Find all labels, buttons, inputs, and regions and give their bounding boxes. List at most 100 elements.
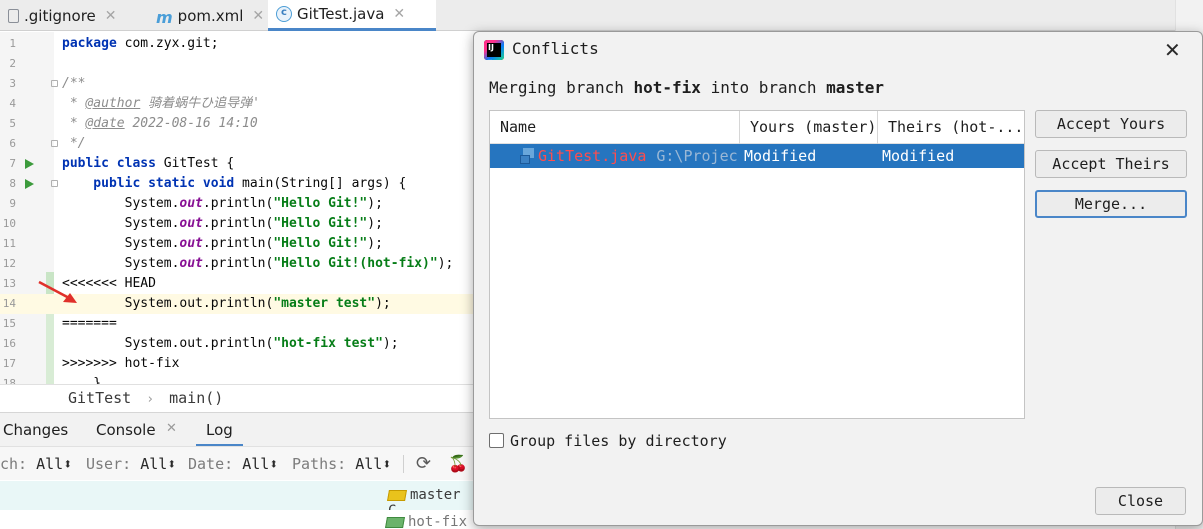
file-cell: GitTest.java G:\Projec [520, 144, 739, 168]
code-text: } [62, 376, 102, 384]
close-icon[interactable]: ✕ [252, 8, 264, 24]
refresh-icon[interactable]: ⟳ [416, 447, 431, 481]
code-text: package com.zyx.git; [62, 36, 219, 51]
tab-changes[interactable]: Changes [3, 413, 68, 447]
date-filter[interactable]: Date: All⬍ [188, 447, 278, 481]
column-theirs[interactable]: Theirs (hot-... [877, 111, 1024, 144]
code-line[interactable]: 5 * @date 2022-08-16 14:10 [0, 114, 474, 134]
accept-yours-button[interactable]: Accept Yours [1035, 110, 1187, 138]
tab-gitignore[interactable]: .gitignore ✕ [0, 0, 146, 31]
intellij-logo-icon: IJ _ [484, 40, 504, 60]
column-yours[interactable]: Yours (master) [739, 111, 877, 144]
code-line[interactable]: 9 System.out.println("Hello Git!"); [0, 194, 474, 214]
merge-message: Merging branch hot-fix into branch maste… [489, 78, 884, 97]
editor-tab-bar: .gitignore ✕ m pom.xml ✕ c GitTest.java … [0, 0, 1203, 31]
fold-icon[interactable] [51, 80, 58, 87]
code-text: System.out.println("Hello Git!"); [62, 216, 383, 231]
table-row[interactable]: GitTest.java G:\Projec Modified Modified [490, 144, 1024, 168]
code-text: System.out.println("Hello Git!"); [62, 196, 383, 211]
user-filter[interactable]: User: All⬍ [86, 447, 176, 481]
source-branch: hot-fix [633, 78, 701, 97]
line-number: 13 [2, 277, 16, 290]
line-number: 15 [2, 317, 16, 330]
accept-theirs-button[interactable]: Accept Theirs [1035, 150, 1187, 178]
yours-cell: Modified [744, 147, 817, 165]
line-number: 5 [9, 117, 16, 130]
code-line[interactable]: 8 public static void main(String[] args)… [0, 174, 474, 194]
tab-label: .gitignore [24, 6, 96, 25]
breadcrumb-method[interactable]: main() [169, 389, 223, 407]
close-icon[interactable]: ✕ [166, 421, 177, 436]
close-icon[interactable]: ✕ [1164, 38, 1181, 62]
checkbox-box[interactable] [489, 433, 504, 448]
target-branch: master [826, 78, 884, 97]
tab-pom-xml[interactable]: m pom.xml ✕ [148, 0, 266, 31]
tab-console[interactable]: Console [96, 413, 156, 447]
line-number: 9 [9, 197, 16, 210]
line-number: 6 [9, 137, 16, 150]
code-editor[interactable]: 1 package com.zyx.git; 2 3 /** 4 * @author 骑着… [0, 32, 474, 384]
group-files-checkbox[interactable]: Group files by directory [489, 432, 727, 450]
paths-filter[interactable]: Paths: All⬍ [292, 447, 391, 481]
line-number: 8 [9, 177, 16, 190]
column-name[interactable]: Name [490, 111, 739, 144]
file-icon [8, 8, 19, 23]
code-text: * @date 2022-08-16 14:10 [62, 116, 258, 131]
merge-button[interactable]: Merge... [1035, 190, 1187, 218]
fold-icon[interactable] [51, 140, 58, 147]
close-button[interactable]: Close [1095, 487, 1186, 515]
code-line[interactable]: 11 System.out.println("Hello Git!"); [0, 234, 474, 254]
run-icon[interactable] [25, 159, 34, 169]
cherry-pick-icon[interactable]: 🍒 [448, 447, 468, 481]
tag-icon [387, 489, 407, 501]
code-text: public class GitTest { [62, 156, 235, 171]
file-name: GitTest.java [538, 147, 647, 165]
line-number: 1 [9, 37, 16, 50]
tab-gittest-java[interactable]: c GitTest.java ✕ [268, 0, 436, 31]
checkbox-label: Group files by directory [510, 432, 727, 450]
close-icon[interactable]: ✕ [105, 8, 117, 24]
java-file-icon [520, 148, 534, 164]
code-line[interactable]: 1 package com.zyx.git; [0, 34, 474, 54]
code-line[interactable]: 18 } [0, 374, 474, 384]
breadcrumb-class[interactable]: GitTest [68, 389, 131, 407]
line-number: 12 [2, 257, 16, 270]
code-text: System.out.println("Hello Git!(hot-fix)"… [62, 256, 454, 271]
code-line[interactable]: 7 public class GitTest { [0, 154, 474, 174]
line-number: 7 [9, 157, 16, 170]
theirs-cell: Modified [882, 147, 955, 165]
code-line[interactable]: 10 System.out.println("Hello Git!"); [0, 214, 474, 234]
conflicts-table[interactable]: Name Yours (master) Theirs (hot-... GitT… [489, 110, 1025, 419]
line-number: 3 [9, 77, 16, 90]
close-icon[interactable]: ✕ [393, 6, 405, 22]
line-number: 18 [2, 377, 16, 384]
code-text: public static void main(String[] args) { [62, 176, 407, 191]
code-line[interactable]: 3 /** [0, 74, 474, 94]
line-number: 2 [9, 57, 16, 70]
code-line[interactable]: 15 ======= [0, 314, 474, 334]
log-row[interactable]: hot-fix [0, 510, 474, 529]
log-row[interactable]: master C [0, 481, 474, 519]
run-icon[interactable] [25, 179, 34, 189]
branch-label-hot-fix: hot-fix [385, 514, 467, 529]
red-arrow-icon [38, 280, 77, 303]
code-line[interactable]: 6 */ [0, 134, 474, 154]
code-text: /** [62, 76, 86, 91]
tab-label: pom.xml [177, 6, 244, 25]
code-text: System.out.println("Hello Git!"); [62, 236, 383, 251]
code-line[interactable]: 16 System.out.println("hot-fix test"); [0, 334, 474, 354]
code-text: * @author 骑着蜗牛ひ追导弹' [62, 96, 260, 111]
tab-label: GitTest.java [297, 5, 385, 23]
fold-icon[interactable] [51, 180, 58, 187]
code-line[interactable]: 17 >>>>>>> hot-fix [0, 354, 474, 374]
tab-log[interactable]: Log [196, 413, 243, 447]
line-number: 4 [9, 97, 16, 110]
code-line[interactable]: 12 System.out.println("Hello Git!(hot-fi… [0, 254, 474, 274]
code-line[interactable]: 4 * @author 骑着蜗牛ひ追导弹' [0, 94, 474, 114]
line-number: 10 [2, 217, 16, 230]
code-text: >>>>>>> hot-fix [62, 356, 180, 371]
branch-filter[interactable]: ch: All⬍ [0, 447, 72, 481]
code-line[interactable]: 2 [0, 54, 474, 74]
ide-window: .gitignore ✕ m pom.xml ✕ c GitTest.java … [0, 0, 1203, 529]
line-number: 14 [2, 297, 16, 310]
